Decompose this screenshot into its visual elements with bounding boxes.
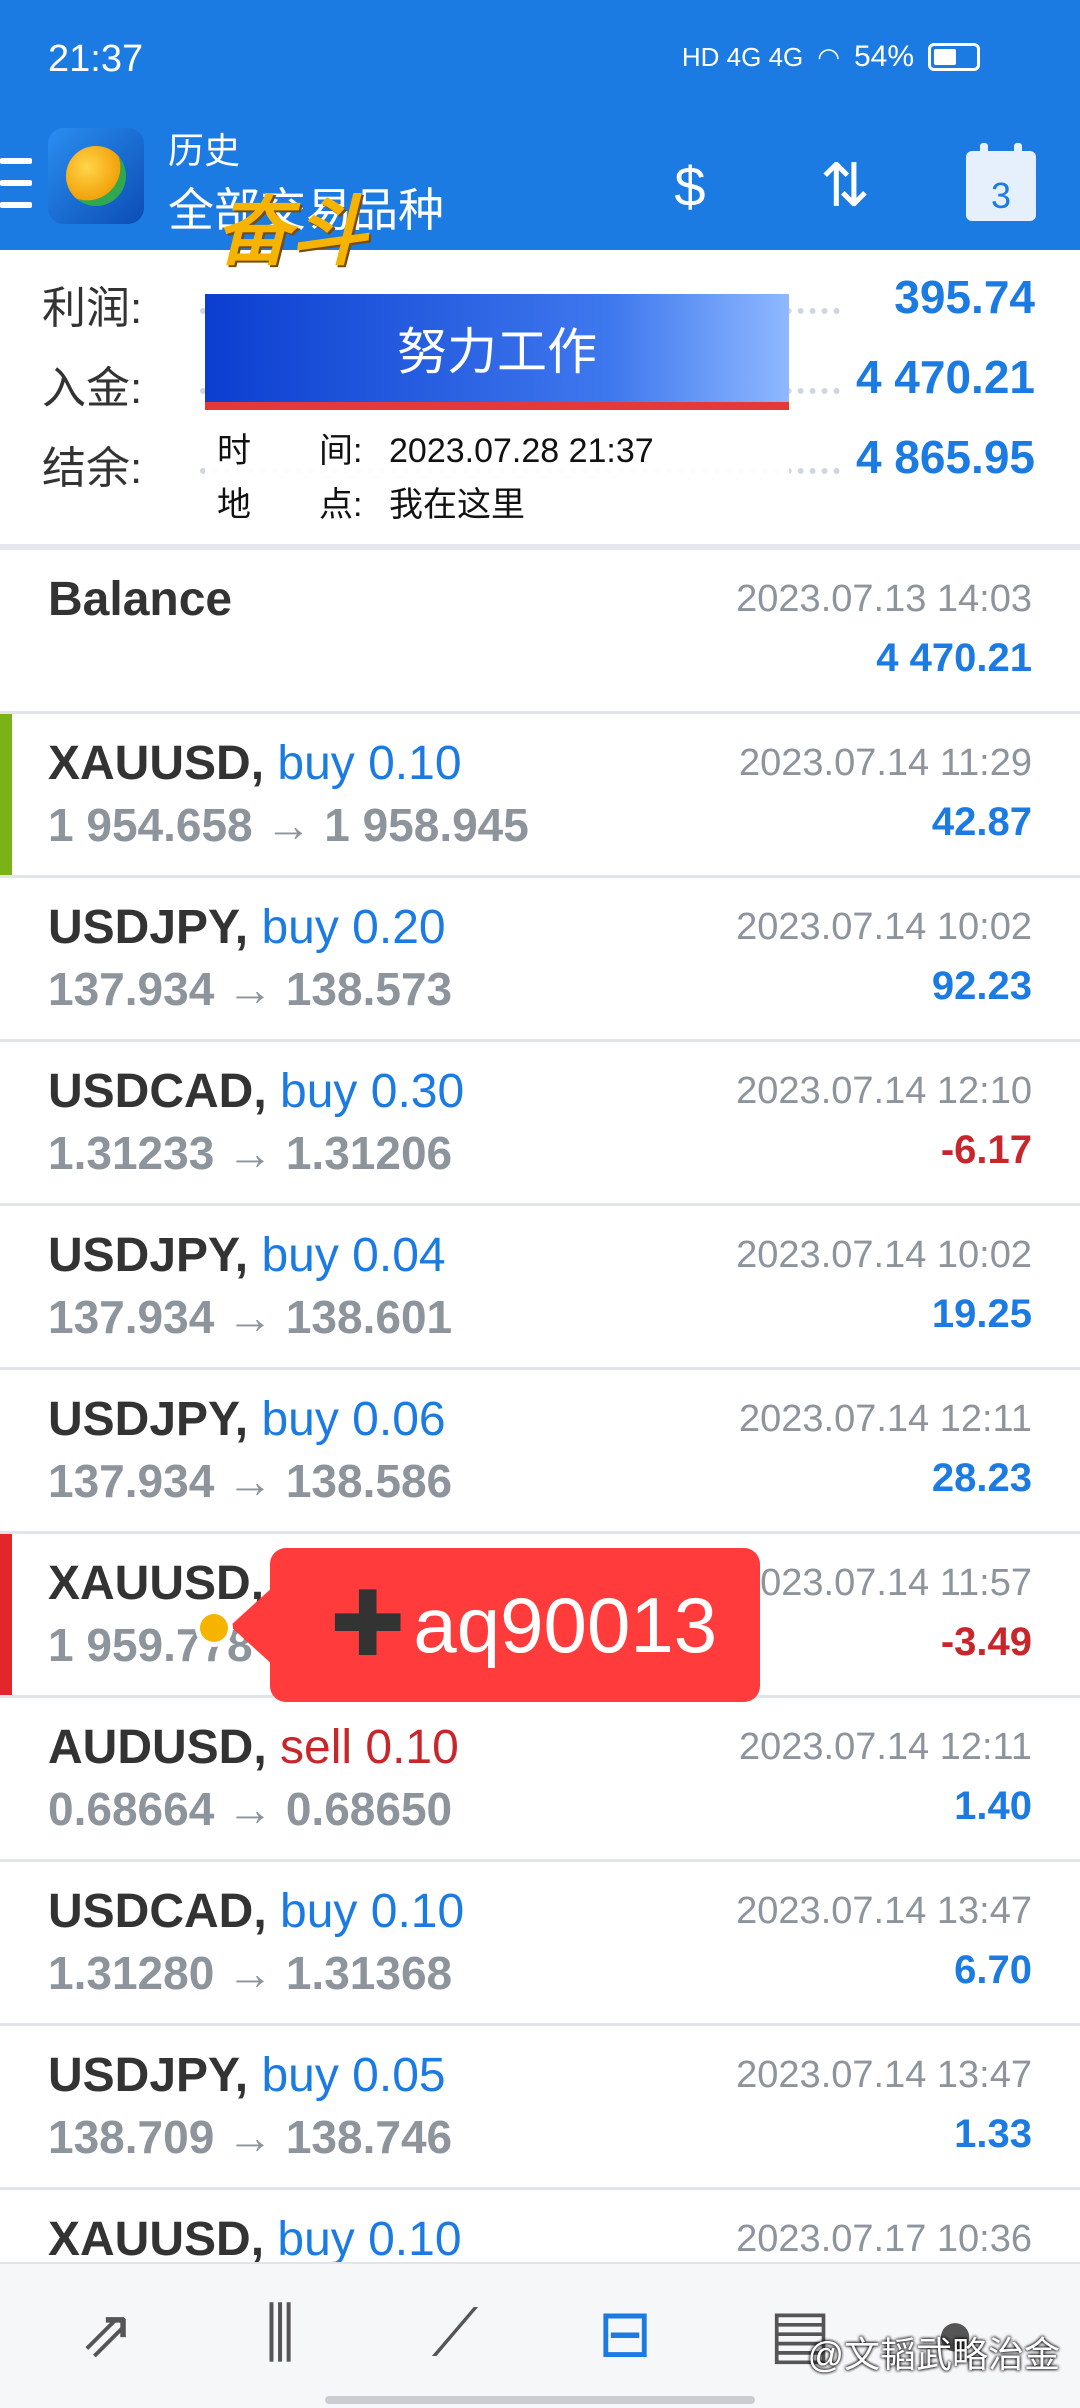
promo-sticker: ✚ aq90013 (230, 1548, 760, 1702)
trade-side: buy 0.04 (261, 1229, 446, 1282)
trade-prices: 1.31233 → 1.31206 (48, 1127, 453, 1179)
trade-symbol: USDCAD, buy 0.10 (48, 1885, 465, 1938)
trade-side: buy 0.10 (277, 2213, 462, 2266)
trade-date: 2023.07.14 10:02 (736, 1234, 1032, 1276)
trade-symbol: USDJPY, buy 0.06 (48, 1393, 446, 1446)
trade-profit: 28.23 (931, 1456, 1032, 1500)
trade-row[interactable]: XAUUSD, buy 0.10 1 954.658 → 1 958.945 2… (0, 714, 1080, 878)
currency-exchange-icon[interactable]: $ (650, 146, 730, 226)
trade-profit: 19.25 (931, 1292, 1032, 1336)
watermark-place-value: 我在这里 (389, 486, 525, 524)
calendar-button[interactable]: 3 (965, 143, 1037, 226)
summary-label: 入金: (42, 364, 143, 413)
indicator-dot (200, 1614, 228, 1642)
menu-icon[interactable] (0, 158, 32, 208)
trade-side: buy 0.10 (280, 1885, 465, 1938)
trade-prices: 138.709 → 138.746 (48, 2111, 453, 2163)
trade-side: sell 0.10 (280, 1721, 459, 1774)
sort-icon[interactable]: ⇅ (800, 146, 890, 226)
trade-date: 2023.07.14 13:47 (736, 2054, 1032, 2096)
trade-date: 2023.07.14 12:11 (738, 1398, 1032, 1440)
trade-date: 2023.07.14 12:10 (736, 1070, 1032, 1112)
balance-row[interactable]: Balance 2023.07.13 14:03 4 470.21 (0, 550, 1080, 714)
row-accent (0, 1534, 12, 1695)
trade-date: 2023.07.14 11:57 (738, 1562, 1032, 1604)
summary-value: 4 865.95 (855, 431, 1035, 483)
trade-profit: 1.33 (954, 2112, 1032, 2156)
trade-prices: 0.68664 → 0.68650 (48, 1783, 453, 1835)
trade-side: buy 0.20 (261, 901, 446, 954)
trade-profit: -3.49 (940, 1620, 1032, 1664)
watermark-info: 时 间: 2023.07.28 21:37 地 点: 我在这里 (205, 410, 789, 542)
balance-label: Balance (48, 573, 233, 626)
summary-value: 4 470.21 (855, 351, 1035, 403)
trade-date: 2023.07.17 10:36 (736, 2218, 1032, 2260)
credit-watermark: @文韬武略治金 (807, 2334, 1060, 2375)
watermark-banner: 努力工作 (205, 294, 789, 410)
signal-icon: HD 4G 4G (681, 41, 804, 72)
trade-row[interactable]: USDJPY, buy 0.06 137.934 → 138.586 2023.… (0, 1370, 1080, 1534)
trade-row[interactable]: AUDUSD, sell 0.10 0.68664 → 0.68650 2023… (0, 1698, 1080, 1862)
trade-profit: 1.40 (954, 1784, 1032, 1828)
header: 21:37 HD 4G 4G ◠ 54% 历史 全部交易品种 $ ⇅ 3 (0, 0, 1080, 250)
status-time: 21:37 (48, 38, 144, 80)
watermark-place-label: 地 点: (217, 486, 363, 524)
summary-value: 395.74 (894, 271, 1035, 323)
app-logo-icon (48, 128, 144, 224)
nav-trade-icon[interactable]: ⟋ (410, 2288, 500, 2378)
wifi-icon: ◠ (817, 41, 840, 72)
trade-symbol: USDJPY, buy 0.20 (48, 901, 446, 954)
battery-icon (928, 43, 980, 71)
trade-symbol: AUDUSD, sell 0.10 (48, 1721, 459, 1774)
trade-symbol: XAUUSD, buy 0.10 (48, 2213, 462, 2266)
trade-row[interactable]: USDJPY, buy 0.04 137.934 → 138.601 2023.… (0, 1206, 1080, 1370)
trade-symbol: USDJPY, buy 0.05 (48, 2049, 446, 2102)
summary-label: 结余: (42, 444, 143, 493)
trade-profit: 92.23 (931, 964, 1032, 1008)
trade-prices: 1.31280 → 1.31368 (48, 1947, 453, 1999)
status-bar: 21:37 HD 4G 4G ◠ 54% (0, 0, 1080, 128)
calendar-icon: 3 (966, 143, 1036, 221)
gesture-handle[interactable] (325, 2396, 755, 2404)
trade-profit: 6.70 (954, 1948, 1032, 1992)
nav-history-icon[interactable]: ⊟ (580, 2288, 670, 2378)
watermark-time-value: 2023.07.28 21:37 (389, 432, 654, 470)
nav-chart-icon[interactable]: ⫼ (235, 2288, 325, 2378)
row-date: 2023.07.13 14:03 (736, 578, 1032, 620)
trade-date: 2023.07.14 10:02 (736, 906, 1032, 948)
plus-icon: ✚ (330, 1575, 406, 1675)
watermark-title: 奋斗 (215, 190, 367, 275)
trade-prices: 137.934 → 138.601 (48, 1291, 453, 1343)
trade-row[interactable]: USDJPY, buy 0.20 137.934 → 138.573 2023.… (0, 878, 1080, 1042)
page-title: 历史 (168, 130, 241, 171)
trade-date: 2023.07.14 12:11 (738, 1726, 1032, 1768)
row-accent (0, 714, 12, 875)
trade-side: buy 0.30 (280, 1065, 465, 1118)
summary-label: 利润: (42, 284, 143, 333)
toolbar: 历史 全部交易品种 $ ⇅ 3 (0, 128, 1080, 250)
trade-date: 2023.07.14 13:47 (736, 1890, 1032, 1932)
status-icons: HD 4G 4G ◠ 54% (682, 40, 980, 74)
trade-side: buy 0.05 (261, 2049, 446, 2102)
trade-profit: -6.17 (940, 1128, 1032, 1172)
trade-symbol: USDJPY, buy 0.04 (48, 1229, 446, 1282)
battery-percent: 54% (853, 40, 914, 73)
trade-symbol: USDCAD, buy 0.30 (48, 1065, 465, 1118)
promo-text: aq90013 (413, 1580, 718, 1669)
trade-row[interactable]: USDCAD, buy 0.30 1.31233 → 1.31206 2023.… (0, 1042, 1080, 1206)
watermark-time-label: 时 间: (217, 432, 363, 470)
trade-row[interactable]: USDCAD, buy 0.10 1.31280 → 1.31368 2023.… (0, 1862, 1080, 2026)
trade-prices: 137.934 → 138.586 (48, 1455, 453, 1507)
trade-side: buy 0.06 (261, 1393, 446, 1446)
trade-profit: 42.87 (931, 800, 1032, 844)
nav-quotes-icon[interactable]: ⇗ (62, 2288, 152, 2378)
trade-prices: 137.934 → 138.573 (48, 963, 453, 1015)
trade-side: buy 0.10 (277, 737, 462, 790)
trade-prices: 1 954.658 → 1 958.945 (48, 799, 529, 851)
trade-symbol: XAUUSD, buy 0.10 (48, 737, 462, 790)
trade-row[interactable]: USDJPY, buy 0.05 138.709 → 138.746 2023.… (0, 2026, 1080, 2190)
trade-date: 2023.07.14 11:29 (738, 742, 1032, 784)
row-amount: 4 470.21 (876, 636, 1032, 680)
